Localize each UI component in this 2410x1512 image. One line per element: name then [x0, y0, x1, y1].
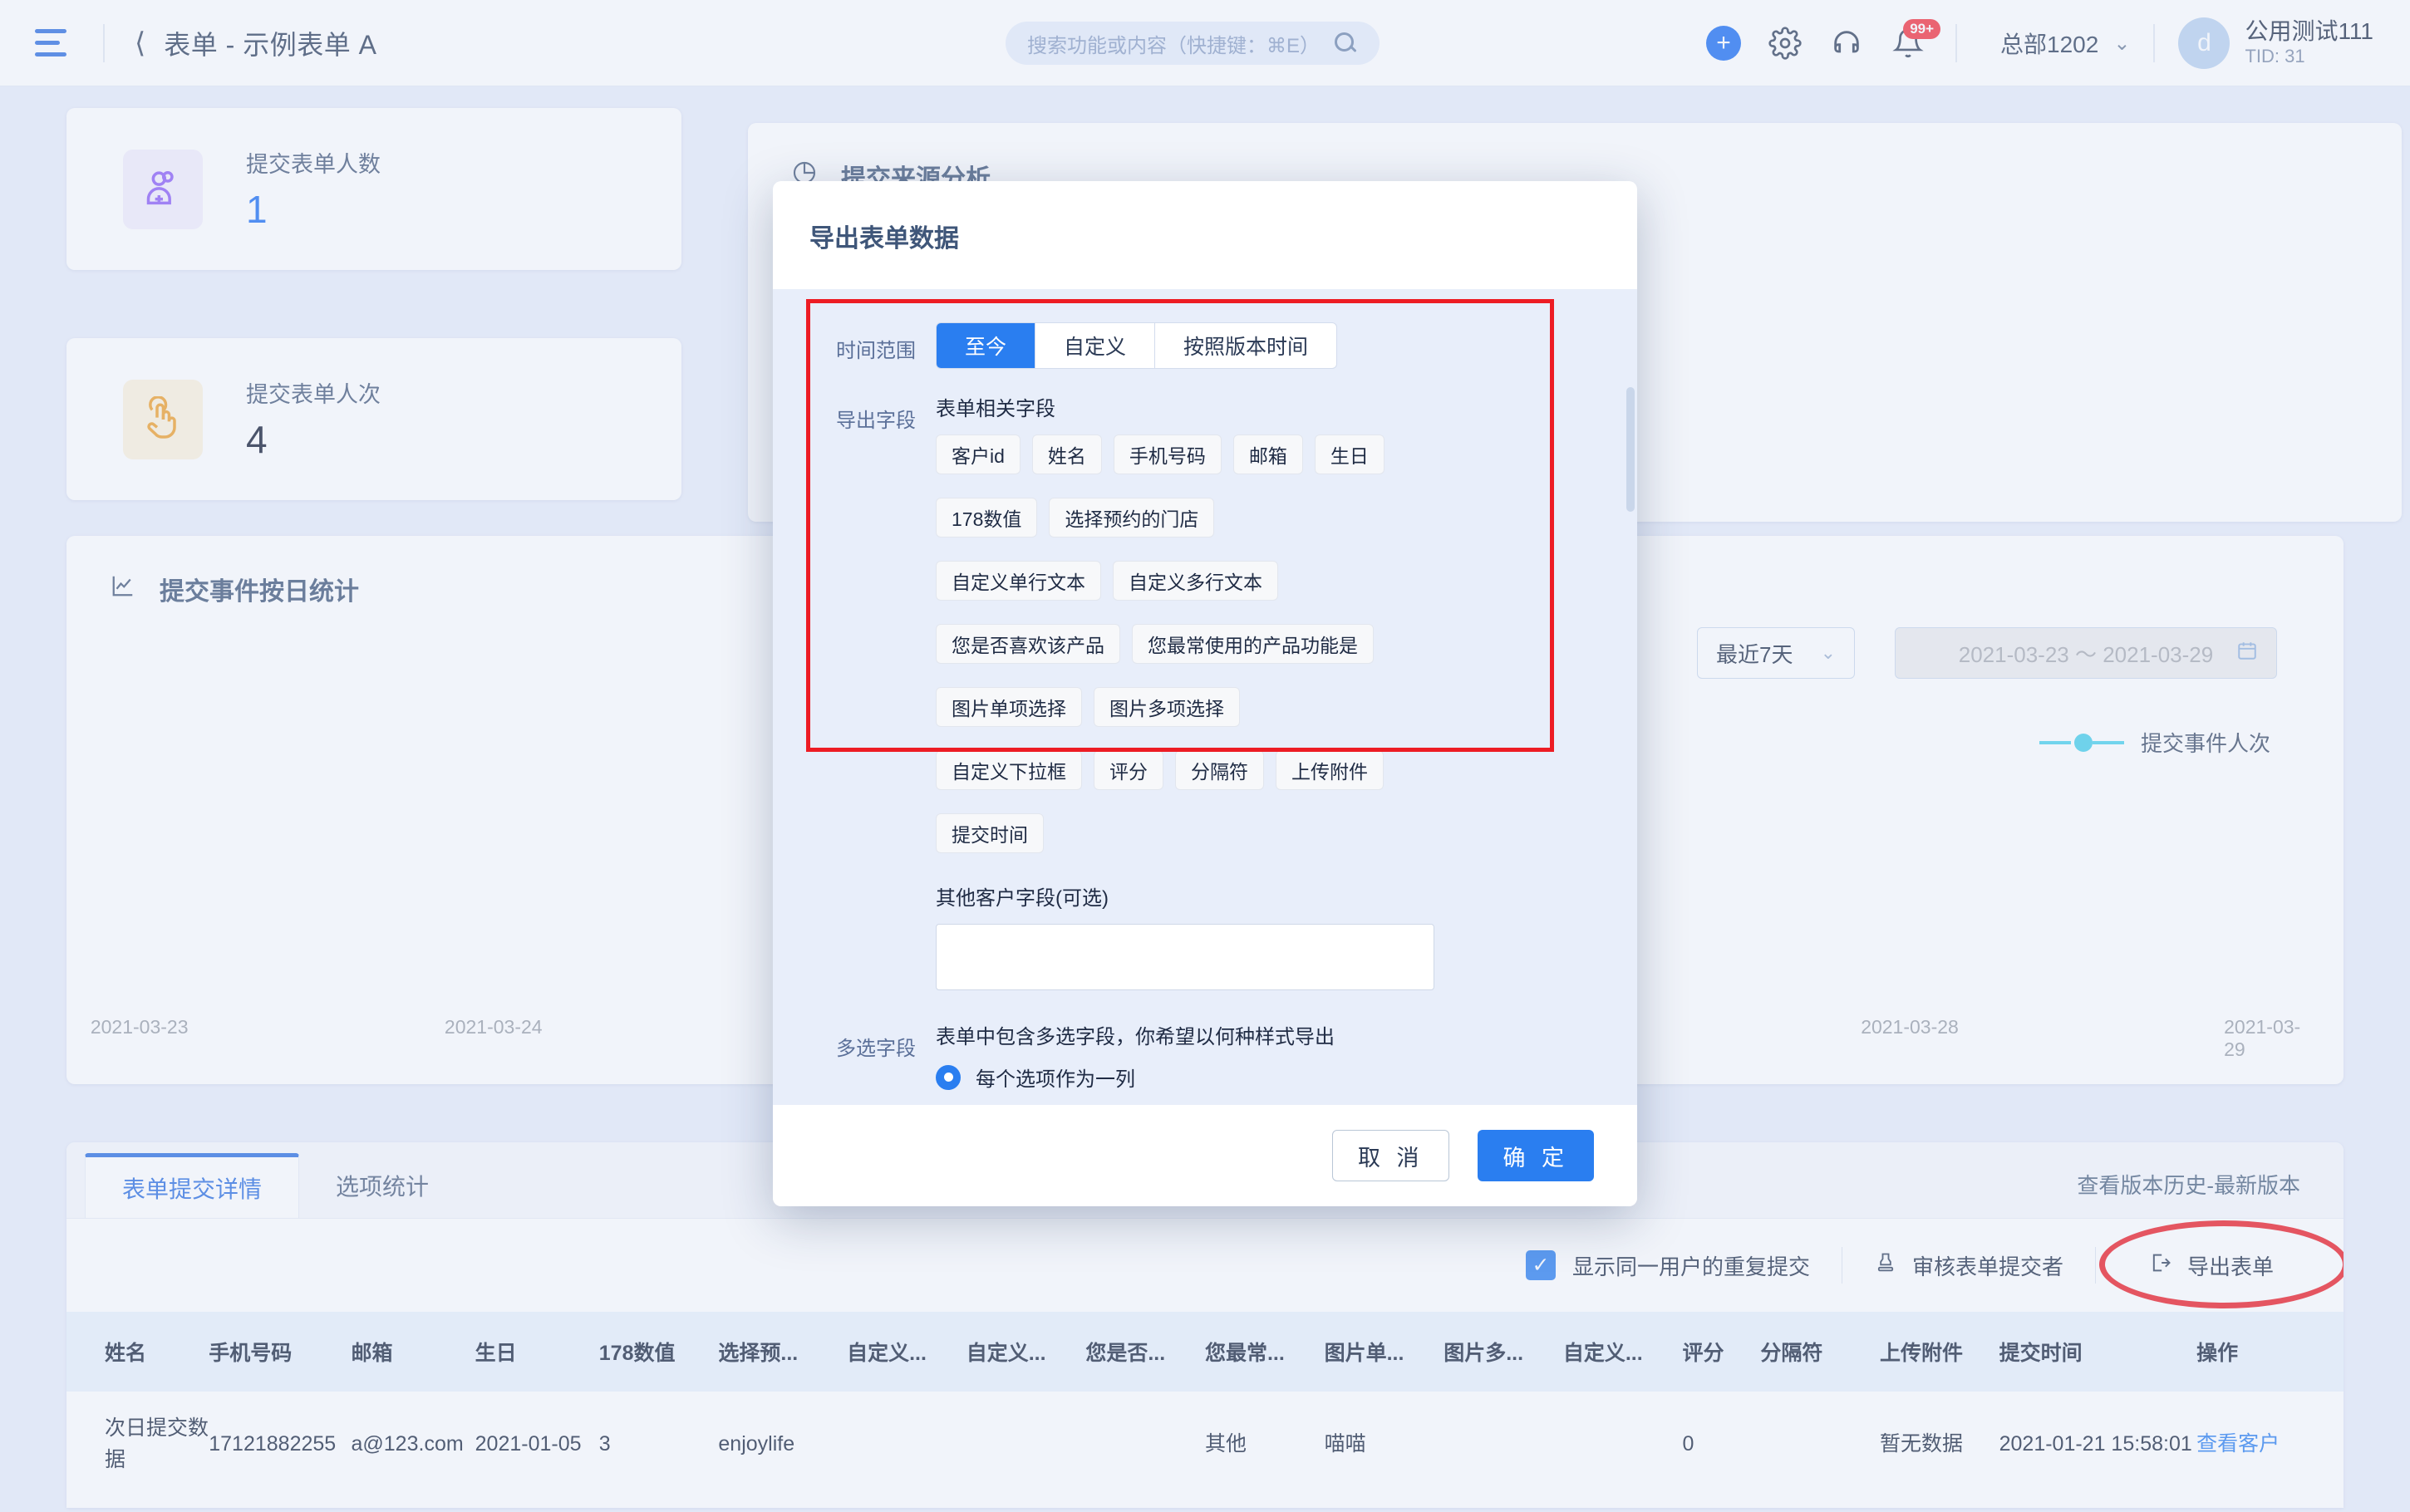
- dialog-title: 导出表单数据: [809, 225, 959, 253]
- export-form-data-dialog: 导出表单数据 时间范围 至今 自定义 按照版本时间 导出字段 表单相关字段 客户…: [773, 181, 1637, 1206]
- other-fields-title: 其他客户字段(可选): [936, 887, 1109, 910]
- field-tag[interactable]: 上传附件: [1276, 750, 1384, 790]
- radio-option-each-column[interactable]: 每个选项作为一列: [936, 1063, 1637, 1092]
- field-tag[interactable]: 分隔符: [1175, 750, 1264, 790]
- radio-selected-icon: [936, 1064, 961, 1090]
- multi-select-row: 多选字段 表单中包含多选字段，你希望以何种样式导出 每个选项作为一列 整个字段作…: [816, 1020, 1637, 1105]
- highlight-rect: [806, 299, 1554, 752]
- radio-label: 每个选项作为一列: [976, 1068, 1135, 1091]
- confirm-button[interactable]: 确 定: [1478, 1130, 1594, 1181]
- other-fields-input[interactable]: [936, 924, 1434, 990]
- dialog-body: 时间范围 至今 自定义 按照版本时间 导出字段 表单相关字段 客户id 姓名 手机号码邮…: [773, 289, 1637, 1105]
- dialog-scrollbar[interactable]: [1626, 387, 1635, 512]
- field-tag[interactable]: 自定义下拉框: [936, 750, 1082, 790]
- multi-select-label: 多选字段: [836, 1038, 916, 1060]
- field-tag[interactable]: 提交时间: [936, 813, 1044, 853]
- field-tag[interactable]: 评分: [1094, 750, 1163, 790]
- dialog-footer: 取 消 确 定: [773, 1105, 1637, 1206]
- cancel-button[interactable]: 取 消: [1331, 1130, 1450, 1181]
- multi-select-description: 表单中包含多选字段，你希望以何种样式导出: [936, 1026, 1335, 1048]
